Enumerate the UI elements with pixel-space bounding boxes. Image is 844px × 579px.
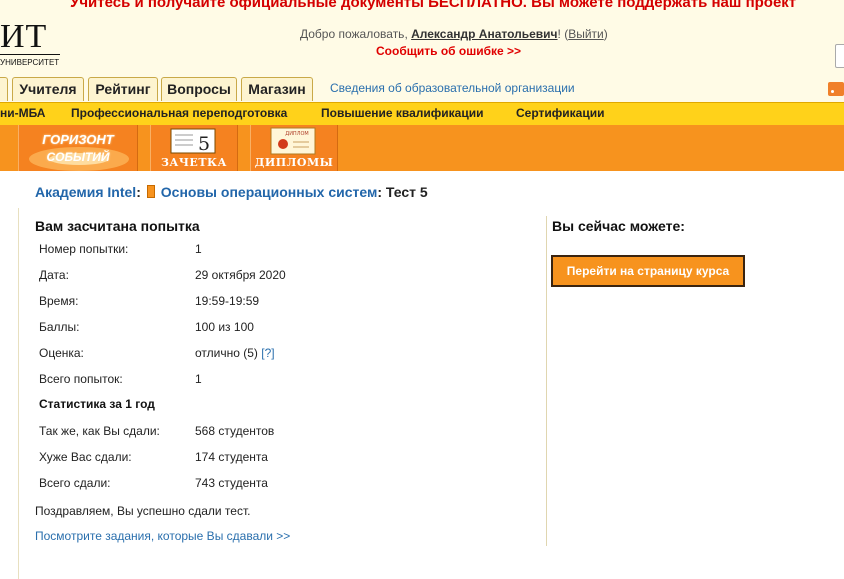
stats-title: Статистика за 1 год — [39, 397, 155, 411]
breadcrumb-current: Тест 5 — [385, 184, 428, 200]
result-row-grade: Оценка: отлично (5) [?] — [39, 346, 275, 360]
diploma-badge-text: ДИПЛОМ — [285, 131, 308, 137]
welcome-exclaim: ! ( — [557, 27, 569, 41]
result-value: отлично (5) [?] — [195, 346, 275, 360]
view-tasks-link[interactable]: Посмотрите задания, которые Вы сдавали >… — [35, 529, 290, 543]
content-left-border — [18, 208, 19, 579]
result-value: 1 — [195, 372, 202, 386]
result-label: Дата: — [39, 268, 69, 282]
tab-partial[interactable] — [0, 77, 8, 101]
org-info-link[interactable]: Сведения об образовательной организации — [330, 81, 575, 95]
stats-value: 568 студентов — [195, 424, 275, 438]
menu-item-mini-mba[interactable]: ни-МБА — [0, 106, 45, 120]
stats-label: Так же, как Вы сдали: — [39, 424, 160, 438]
menu-item-qualification[interactable]: Повышение квалификации — [321, 106, 483, 120]
welcome-close: ) — [603, 27, 608, 41]
breadcrumb-sep: : — [136, 184, 145, 200]
result-row-time: Время: 19:59-19:59 — [39, 294, 259, 308]
result-label: Номер попытки: — [39, 242, 129, 256]
tab-shop[interactable]: Магазин — [241, 77, 313, 101]
menu-item-retraining[interactable]: Профессиональная переподготовка — [71, 106, 287, 120]
actions-title: Вы сейчас можете: — [552, 218, 685, 234]
tab-questions[interactable]: Вопросы — [161, 77, 237, 101]
result-value: 100 из 100 — [195, 320, 254, 334]
result-value: 1 — [195, 242, 202, 256]
stats-row-worse: Хуже Вас сдали: 174 студента — [39, 450, 268, 464]
report-error-link[interactable]: Сообщить об ошибке >> — [376, 44, 521, 58]
main-tabs: Учителя Рейтинг Вопросы Магазин Сведения… — [0, 76, 844, 102]
grade-help-link[interactable]: [?] — [261, 346, 274, 360]
result-value: 19:59-19:59 — [195, 294, 260, 308]
programs-menu: ни-МБА Профессиональная переподготовка П… — [0, 102, 844, 126]
breadcrumb-sep: : — [377, 184, 386, 200]
book-icon — [146, 185, 155, 198]
site-logo-subtitle: УНИВЕРСИТЕТ — [0, 58, 60, 67]
site-header: ИТ УНИВЕРСИТЕТ Добро пожаловать, Алексан… — [0, 14, 844, 76]
gradebook-button[interactable]: 5 ЗАЧЕТКА — [150, 125, 238, 171]
stats-row-same: Так же, как Вы сдали: 568 студентов — [39, 424, 274, 438]
gradebook-mark: 5 — [198, 133, 210, 155]
welcome-message: Добро пожаловать, Александр Анатольевич!… — [300, 27, 608, 41]
result-label: Время: — [39, 294, 79, 308]
rss-icon[interactable] — [828, 82, 844, 96]
stats-row-total: Всего сдали: 743 студента — [39, 476, 268, 490]
stats-value: 174 студента — [195, 450, 268, 464]
grade-value: отлично (5) — [195, 346, 262, 360]
horizon-events-button[interactable]: ГОРИЗОНТ СОБЫТИЙ — [18, 125, 138, 171]
horizon-events-line2: СОБЫТИЙ — [46, 150, 110, 164]
stats-label: Хуже Вас сдали: — [39, 450, 132, 464]
result-label: Всего попыток: — [39, 372, 123, 386]
welcome-prefix: Добро пожаловать, — [300, 27, 412, 41]
result-row-date: Дата: 29 октября 2020 — [39, 268, 286, 282]
stats-label: Всего сдали: — [39, 476, 111, 490]
promo-banner[interactable]: Учитесь и получайте официальные документ… — [0, 0, 844, 14]
tab-rating[interactable]: Рейтинг — [88, 77, 158, 101]
promo-banner-text[interactable]: Учитесь и получайте официальные документ… — [70, 0, 796, 11]
result-row-total-attempts: Всего попыток: 1 — [39, 372, 202, 386]
column-divider — [546, 216, 547, 546]
gradebook-label: ЗАЧЕТКА — [161, 156, 227, 169]
congrats-message: Поздравляем, Вы успешно сдали тест. — [35, 504, 251, 518]
site-logo[interactable]: ИТ — [0, 20, 47, 54]
features-strip: ГОРИЗОНТ СОБЫТИЙ 5 ЗАЧЕТКА ДИПЛОМ ДИПЛОМ… — [0, 125, 844, 171]
stats-value: 743 студента — [195, 476, 268, 490]
menu-item-certification[interactable]: Сертификации — [516, 106, 604, 120]
result-row-attempt: Номер попытки: 1 — [39, 242, 202, 256]
logout-link[interactable]: Выйти — [568, 27, 604, 41]
diplomas-label: ДИПЛОМЫ — [254, 156, 334, 169]
result-label: Оценка: — [39, 346, 84, 360]
search-input[interactable] — [835, 44, 844, 68]
tab-teachers[interactable]: Учителя — [12, 77, 84, 101]
logo-divider — [0, 54, 60, 55]
result-value: 29 октября 2020 — [195, 268, 286, 282]
horizon-events-line1: ГОРИЗОНТ — [42, 132, 114, 147]
breadcrumb-academy-link[interactable]: Академия Intel — [35, 184, 136, 200]
result-row-score: Баллы: 100 из 100 — [39, 320, 254, 334]
user-profile-link[interactable]: Александр Анатольевич — [411, 27, 557, 41]
result-label: Баллы: — [39, 320, 80, 334]
breadcrumb-course-link[interactable]: Основы операционных систем — [161, 184, 378, 200]
go-to-course-button[interactable]: Перейти на страницу курса — [551, 255, 745, 287]
diplomas-button[interactable]: ДИПЛОМ ДИПЛОМЫ — [250, 125, 338, 171]
result-title: Вам засчитана попытка — [35, 218, 200, 234]
breadcrumb: Академия Intel: Основы операционных сист… — [35, 184, 428, 200]
